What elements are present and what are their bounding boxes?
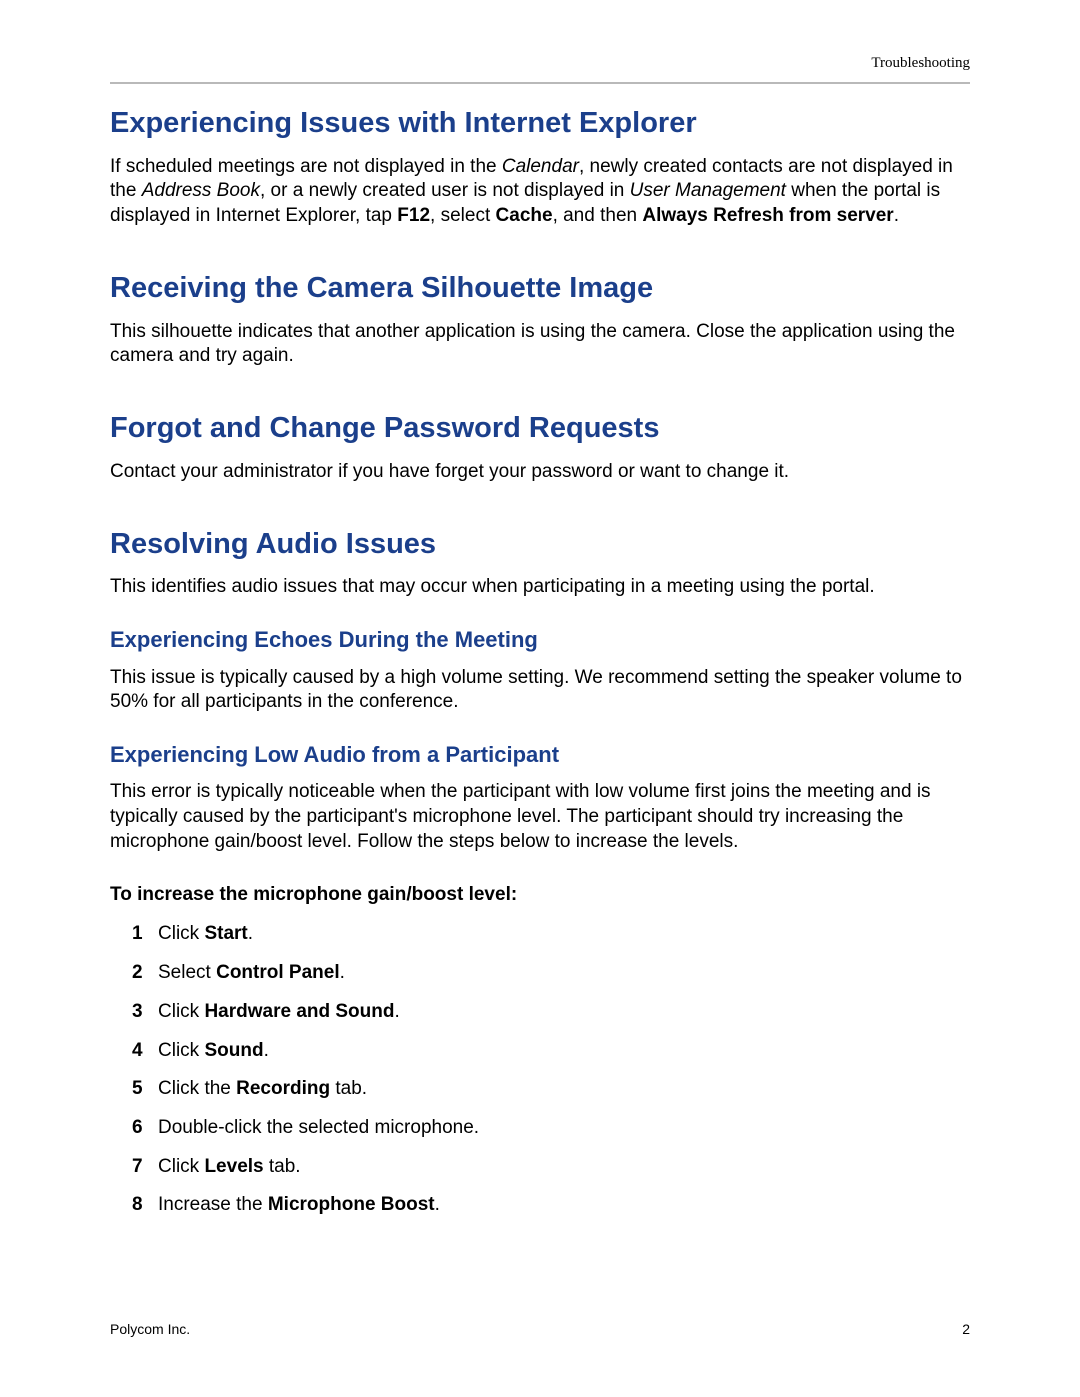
paragraph-echoes: This issue is typically caused by a high…: [110, 666, 970, 715]
text: tab.: [264, 1156, 301, 1177]
step-7: Click Levels tab.: [132, 1155, 970, 1180]
text: If scheduled meetings are not displayed …: [110, 156, 502, 177]
text: .: [894, 205, 899, 226]
subheading-echoes: Experiencing Echoes During the Meeting: [110, 626, 970, 654]
text: , or a newly created user is not display…: [260, 180, 630, 201]
text-bold: F12: [397, 205, 430, 226]
text-bold: Cache: [496, 205, 553, 226]
text: Click: [158, 1156, 204, 1177]
text-bold: Hardware and Sound: [204, 1001, 394, 1022]
step-5: Click the Recording tab.: [132, 1077, 970, 1102]
paragraph-low-audio: This error is typically noticeable when …: [110, 780, 970, 854]
text: .: [435, 1194, 440, 1215]
text-bold: Start: [204, 923, 247, 944]
step-4: Click Sound.: [132, 1039, 970, 1064]
document-page: Troubleshooting Experiencing Issues with…: [0, 0, 1080, 1397]
steps-label: To increase the microphone gain/boost le…: [110, 884, 970, 906]
text: Click: [158, 1001, 204, 1022]
text: .: [264, 1040, 269, 1061]
running-header: Troubleshooting: [110, 55, 970, 72]
step-8: Increase the Microphone Boost.: [132, 1193, 970, 1218]
text: Select: [158, 962, 216, 983]
text-bold: Levels: [204, 1156, 263, 1177]
text-bold: Sound: [204, 1040, 263, 1061]
header-divider: [110, 82, 970, 84]
text-bold: Always Refresh from server: [642, 205, 893, 226]
step-2: Select Control Panel.: [132, 961, 970, 986]
paragraph-ie: If scheduled meetings are not displayed …: [110, 155, 970, 229]
heading-camera-silhouette: Receiving the Camera Silhouette Image: [110, 271, 970, 306]
step-6: Double-click the selected microphone.: [132, 1116, 970, 1141]
text-bold: Control Panel: [216, 962, 340, 983]
text-bold: Recording: [236, 1078, 330, 1099]
heading-internet-explorer: Experiencing Issues with Internet Explor…: [110, 106, 970, 141]
text: .: [394, 1001, 399, 1022]
text: Double-click the selected microphone.: [158, 1117, 479, 1138]
paragraph-camera: This silhouette indicates that another a…: [110, 320, 970, 369]
step-3: Click Hardware and Sound.: [132, 1000, 970, 1025]
step-1: Click Start.: [132, 922, 970, 947]
text: Click: [158, 923, 204, 944]
text-italic: Calendar: [502, 156, 579, 177]
text: Click the: [158, 1078, 236, 1099]
text: Increase the: [158, 1194, 268, 1215]
text: Click: [158, 1040, 204, 1061]
text: , and then: [553, 205, 643, 226]
text: , select: [430, 205, 495, 226]
text: .: [248, 923, 253, 944]
text: .: [340, 962, 345, 983]
paragraph-audio-intro: This identifies audio issues that may oc…: [110, 575, 970, 600]
page-footer: Polycom Inc. 2: [110, 1321, 970, 1337]
footer-company: Polycom Inc.: [110, 1321, 190, 1337]
paragraph-password: Contact your administrator if you have f…: [110, 460, 970, 485]
text: tab.: [330, 1078, 367, 1099]
text-italic: User Management: [630, 180, 786, 201]
steps-list: Click Start. Select Control Panel. Click…: [132, 922, 970, 1218]
subheading-low-audio: Experiencing Low Audio from a Participan…: [110, 741, 970, 769]
heading-audio-issues: Resolving Audio Issues: [110, 527, 970, 562]
text-italic: Address Book: [142, 180, 260, 201]
text-bold: Microphone Boost: [268, 1194, 435, 1215]
heading-password: Forgot and Change Password Requests: [110, 411, 970, 446]
footer-page-number: 2: [962, 1321, 970, 1337]
